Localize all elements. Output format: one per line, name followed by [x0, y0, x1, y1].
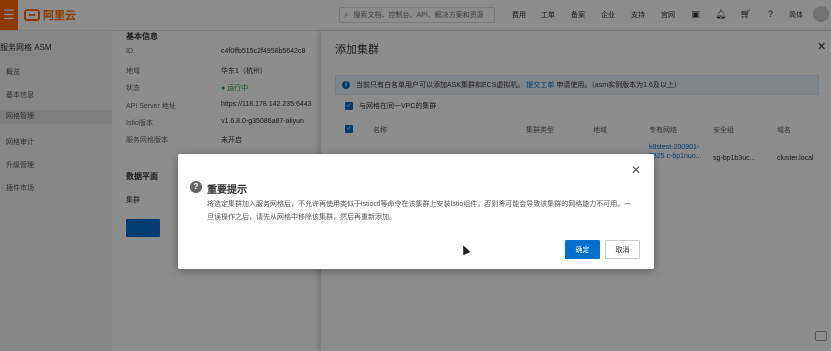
close-icon[interactable]: ✕ — [631, 164, 641, 176]
dialog-message: 将选定集群加入服务网格后，不允许再使用类似于istioctl等命令在该集群上安装… — [207, 201, 632, 221]
confirm-button[interactable]: 确定 — [565, 240, 600, 259]
question-icon: ? — [190, 181, 202, 193]
important-notice-dialog: ✕ ? 重要提示 将选定集群加入服务网格后，不允许再使用类似于istioctl等… — [178, 154, 654, 269]
chat-icon[interactable] — [815, 331, 827, 341]
cancel-button[interactable]: 取消 — [605, 240, 640, 259]
dialog-title: 重要提示 — [207, 185, 247, 196]
